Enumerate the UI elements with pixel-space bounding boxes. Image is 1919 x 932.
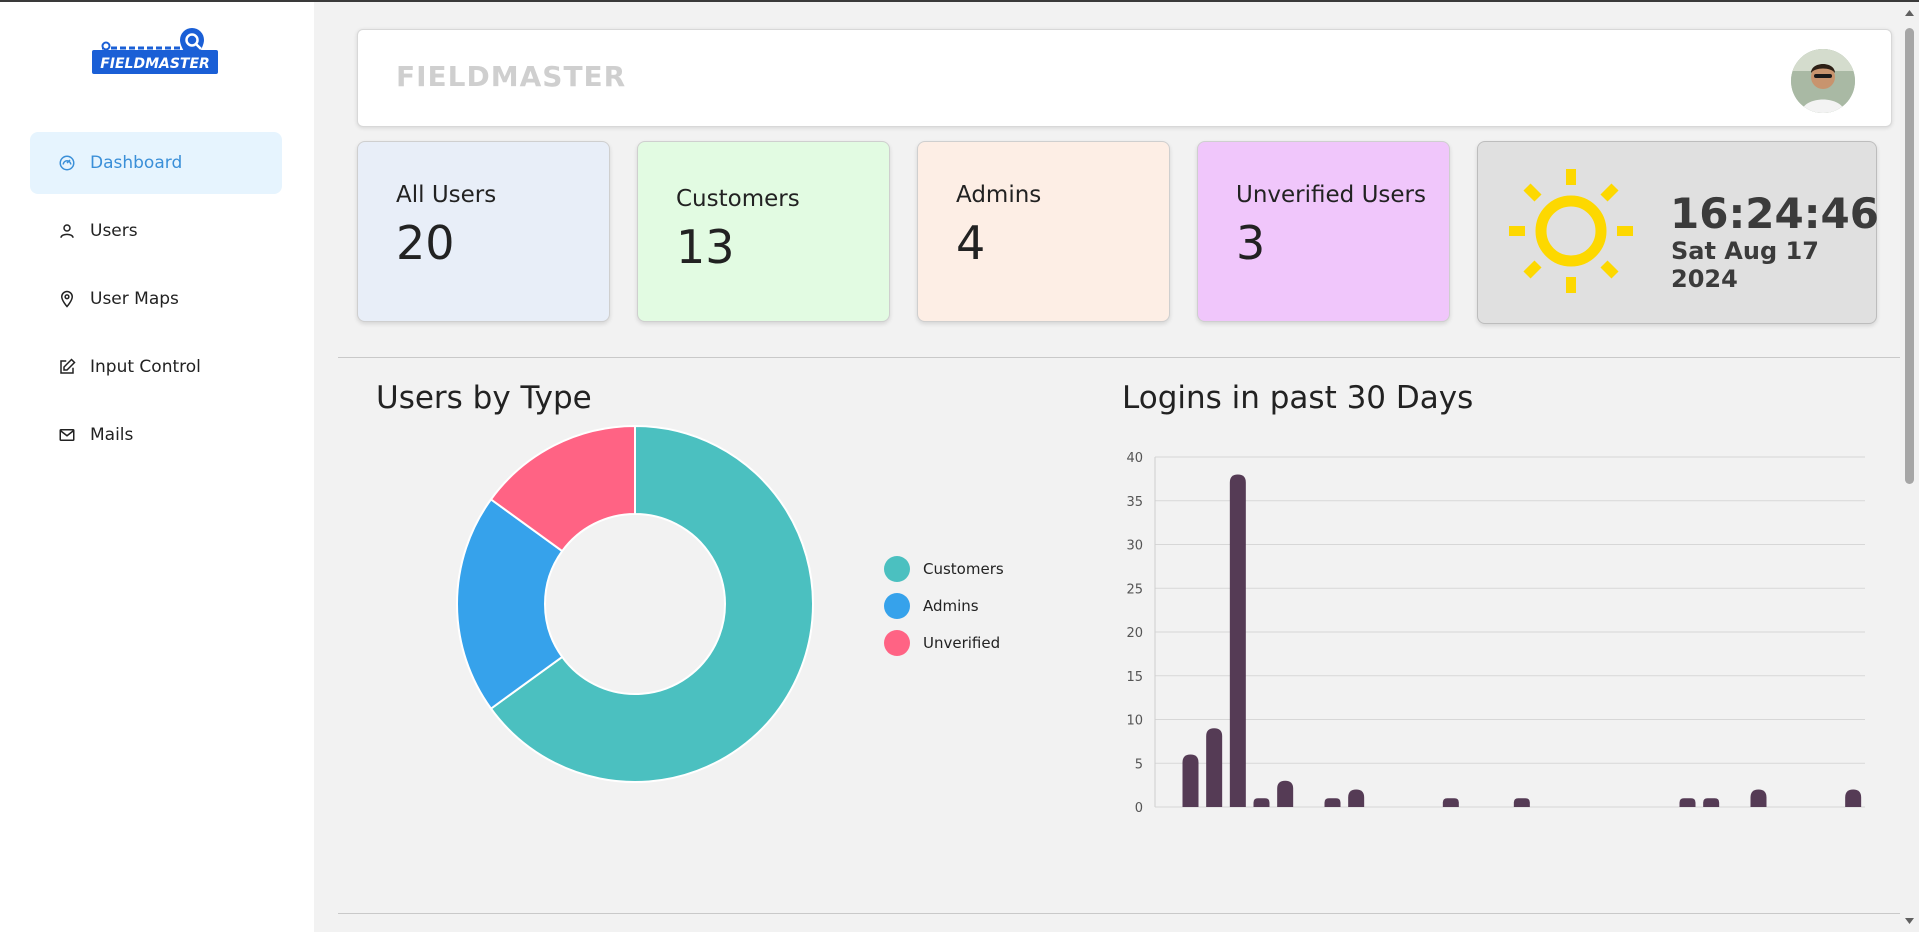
scroll-down-arrow-icon[interactable] <box>1900 914 1919 928</box>
login-bar[interactable] <box>1513 798 1530 807</box>
stat-card-customers[interactable]: Customers 13 <box>637 141 890 322</box>
login-bar[interactable] <box>1182 754 1199 808</box>
stat-label: All Users <box>396 182 497 208</box>
login-bar[interactable] <box>1324 798 1341 807</box>
stat-value: 3 <box>1236 216 1266 270</box>
map-pin-icon <box>60 290 74 308</box>
login-bar[interactable] <box>1277 780 1294 807</box>
clock-widget: 16:24:46 Sat Aug 17 2024 <box>1477 141 1879 324</box>
stat-card-admins[interactable]: Admins 4 <box>917 141 1170 322</box>
users-by-type-donut-chart[interactable] <box>455 424 815 784</box>
login-bar[interactable] <box>1845 789 1862 808</box>
stat-label: Customers <box>676 186 800 212</box>
login-bar[interactable] <box>1253 798 1270 807</box>
legend-item-unverified[interactable]: Unverified <box>884 624 1004 661</box>
legend-swatch <box>884 629 910 656</box>
login-bar[interactable] <box>1229 474 1246 808</box>
y-tick-label: 35 <box>1126 495 1143 510</box>
legend-item-customers[interactable]: Customers <box>884 550 1004 587</box>
legend-item-admins[interactable]: Admins <box>884 587 1004 624</box>
clock-time: 16:24:46 <box>1670 189 1879 238</box>
stat-value: 4 <box>956 216 986 270</box>
stat-label: Admins <box>956 182 1042 208</box>
legend-label: Admins <box>923 596 979 615</box>
stat-label: Unverified Users <box>1236 182 1426 208</box>
sidebar-item-mails[interactable]: Mails <box>30 404 282 466</box>
login-bar[interactable] <box>1679 798 1696 807</box>
y-tick-label: 15 <box>1126 670 1143 685</box>
sun-icon <box>1509 169 1633 293</box>
scrollbar-thumb[interactable] <box>1905 28 1914 484</box>
sidebar-item-dashboard[interactable]: Dashboard <box>30 132 282 194</box>
sidebar-item-label: Dashboard <box>90 153 183 173</box>
sidebar-item-user-maps[interactable]: User Maps <box>30 268 282 330</box>
edit-icon <box>60 358 76 374</box>
legend-swatch <box>884 592 910 619</box>
user-icon <box>60 224 74 238</box>
user-avatar-image <box>1791 49 1855 113</box>
y-tick-label: 5 <box>1135 757 1143 772</box>
legend-label: Unverified <box>923 633 1001 652</box>
y-tick-label: 10 <box>1126 714 1143 729</box>
stat-value: 20 <box>396 216 455 270</box>
stat-card-all-users[interactable]: All Users 20 <box>357 141 610 322</box>
top-header: FIELDMASTER <box>357 29 1892 127</box>
donut-legend: Customers Admins Unverified <box>884 550 1004 661</box>
login-bar[interactable] <box>1750 789 1767 808</box>
sidebar-item-label: Users <box>90 221 138 241</box>
dashboard-gauge-icon <box>59 155 75 171</box>
y-tick-label: 25 <box>1126 582 1143 597</box>
sidebar: FIELDMASTER Dashboard Users User Maps In… <box>0 2 314 932</box>
sidebar-item-label: Mails <box>90 425 134 445</box>
logins-title: Logins in past 30 Days <box>1122 380 1474 416</box>
stat-value: 13 <box>676 220 735 274</box>
header-title: FIELDMASTER <box>396 60 627 93</box>
sidebar-item-label: Input Control <box>90 357 201 377</box>
vertical-scrollbar[interactable] <box>1900 2 1919 932</box>
sidebar-item-label: User Maps <box>90 289 179 309</box>
login-bar[interactable] <box>1703 798 1720 807</box>
y-tick-label: 0 <box>1135 801 1143 816</box>
avatar[interactable] <box>1791 49 1855 113</box>
legend-label: Customers <box>923 559 1004 578</box>
login-bar[interactable] <box>1206 728 1223 807</box>
login-bar[interactable] <box>1348 789 1365 808</box>
y-tick-label: 30 <box>1126 539 1143 554</box>
users-by-type-title: Users by Type <box>376 380 592 416</box>
clock-date: Sat Aug 17 2024 <box>1671 237 1819 293</box>
stat-card-unverified-users[interactable]: Unverified Users 3 <box>1197 141 1450 322</box>
fieldmaster-logo: FIELDMASTER <box>92 28 218 74</box>
login-bar[interactable] <box>1442 798 1459 807</box>
mail-icon <box>59 429 75 441</box>
scroll-up-arrow-icon[interactable] <box>1900 6 1919 20</box>
sidebar-item-input-control[interactable]: Input Control <box>30 336 282 398</box>
logins-bar-chart[interactable]: 0 5 10 15 20 25 30 35 40 <box>1097 442 1872 822</box>
y-tick-label: 20 <box>1126 626 1143 641</box>
section-divider-bottom <box>338 913 1900 914</box>
sidebar-nav: Dashboard Users User Maps Input Control … <box>30 132 282 472</box>
sidebar-item-users[interactable]: Users <box>30 200 282 262</box>
section-divider <box>338 357 1900 358</box>
logo-wordmark: FIELDMASTER <box>100 56 210 72</box>
legend-swatch <box>884 555 910 582</box>
main-content: FIELDMASTER All Users 20 Customers 13 Ad… <box>314 2 1900 932</box>
y-tick-label: 40 <box>1126 451 1143 466</box>
